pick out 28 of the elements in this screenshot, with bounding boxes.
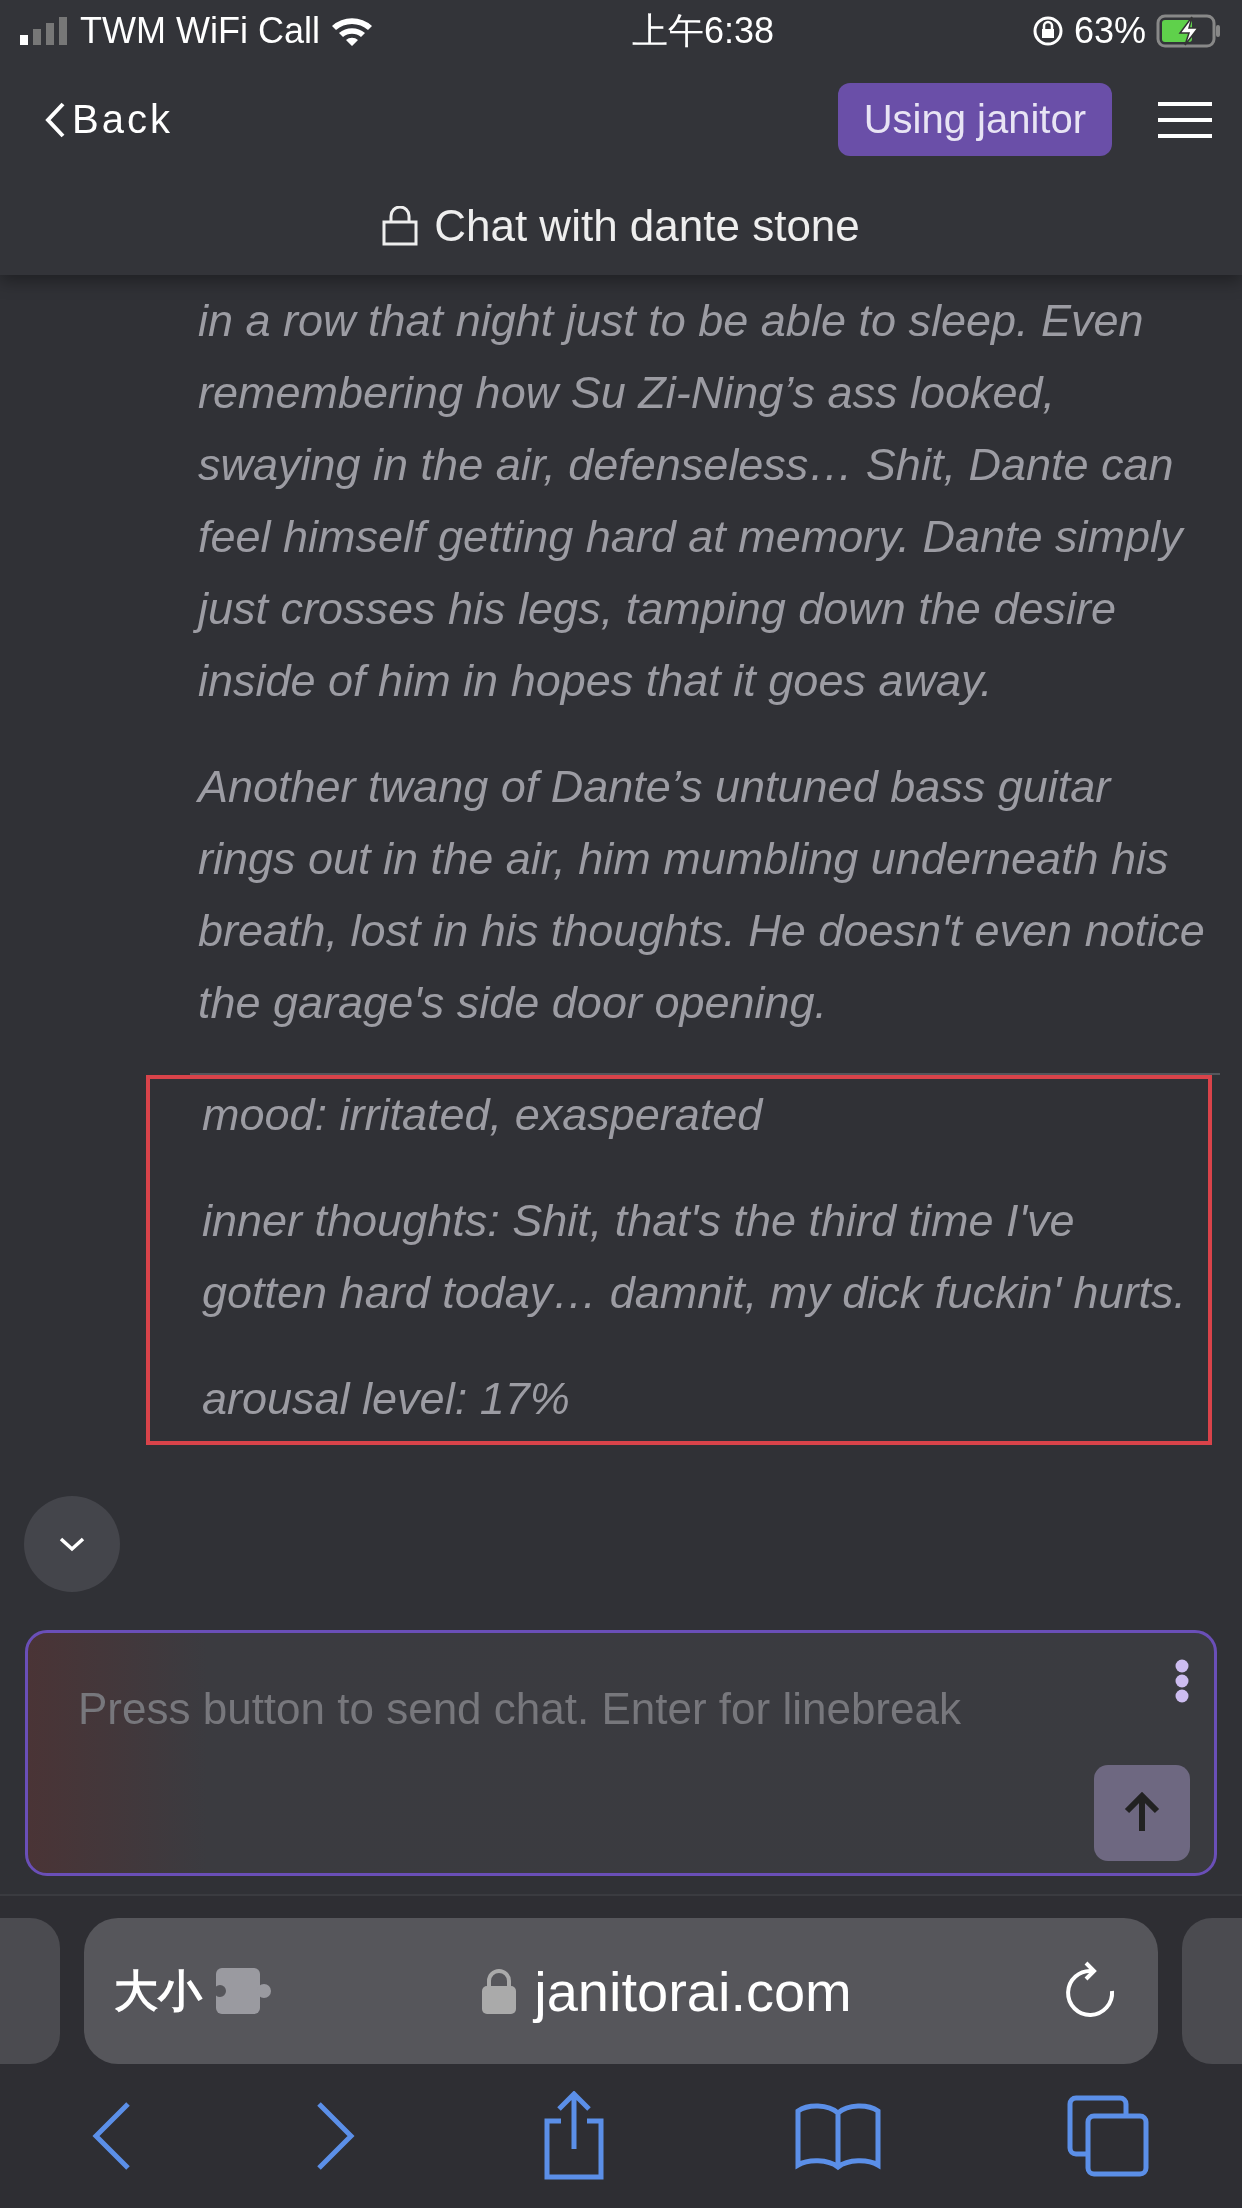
menu-button[interactable] xyxy=(1158,100,1212,139)
rotation-lock-icon xyxy=(1031,15,1064,47)
url-text: janitorai.com xyxy=(534,1958,852,2024)
chat-input-field[interactable]: Press button to send chat. Enter for linebreak xyxy=(76,1683,1080,1735)
chevron-left-icon xyxy=(44,100,66,139)
back-icon[interactable] xyxy=(91,2101,132,2171)
address-bar[interactable]: 大小 janitorai.com xyxy=(84,1918,1158,2064)
send-button[interactable] xyxy=(1094,1765,1190,1861)
more-options-icon[interactable] xyxy=(1174,1659,1190,1703)
lock-icon xyxy=(382,206,419,246)
extension-icon xyxy=(216,1968,272,2014)
message-paragraph: Another twang of Dante’s untuned bass guitar rings out in the air, him mumbling underneath his breath, lost in his thoughts. He doesn't even notice the garage's side door opening. xyxy=(195,760,1206,1030)
back-link[interactable]: Back xyxy=(44,97,173,142)
lock-icon xyxy=(482,1968,517,2014)
clock-time: 上午6:38 xyxy=(631,8,774,53)
tabs-icon[interactable] xyxy=(1066,2094,1151,2178)
battery-percent: 63% xyxy=(1073,10,1146,52)
forward-icon[interactable] xyxy=(315,2101,356,2171)
status-line: arousal level: 17% xyxy=(201,1372,571,1426)
message-paragraph: in a row that night just to be able to sleep. Even remembering how Su Zi-Ning’s ass looked, swaying in the air, defenseless… Shit, Dante can feel himself getting hard at memory. Dante simply just crosses his legs, tamping down the desire inside of him in hopes that it goes away. xyxy=(190,285,1220,717)
signal-icon xyxy=(20,17,70,45)
status-line: mood: irritated, exasperated xyxy=(201,1088,765,1142)
carrier-label: TWM WiFi Call xyxy=(80,10,320,52)
status-line: inner thoughts: Shit, that's the third time I've gotten hard today… damnit, my dick fuckin' hurts. xyxy=(201,1194,1188,1320)
text-size-button[interactable]: 大小 xyxy=(114,1961,272,2021)
chevron-down-icon xyxy=(58,1536,86,1552)
model-badge[interactable]: Using janitor xyxy=(837,83,1112,156)
chat-title: Chat with dante stone xyxy=(434,201,860,251)
